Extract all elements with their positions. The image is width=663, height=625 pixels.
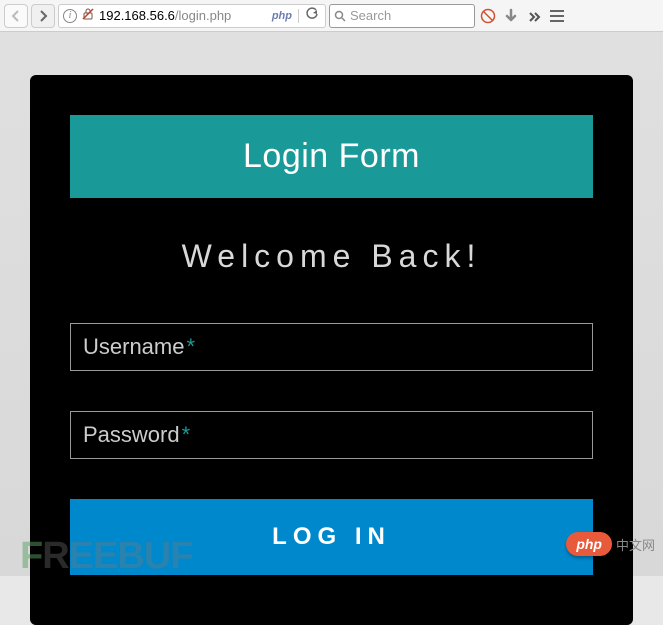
watermark-freebuf: FREEBUF xyxy=(20,535,192,578)
password-label: Password xyxy=(83,422,180,448)
browser-toolbar: i 192.168.56.6/login.php php Search xyxy=(0,0,663,32)
url-text: 192.168.56.6/login.php xyxy=(99,8,266,23)
page-content: Login Form Welcome Back! Username* Passw… xyxy=(0,32,663,576)
username-label: Username xyxy=(83,334,184,360)
password-field[interactable]: Password* xyxy=(70,411,593,459)
download-icon[interactable] xyxy=(501,6,521,26)
reload-button[interactable] xyxy=(303,7,321,24)
required-asterisk: * xyxy=(182,422,191,448)
insecure-lock-icon xyxy=(81,7,95,24)
search-bar[interactable]: Search xyxy=(329,4,475,28)
php-logo-icon: php xyxy=(566,532,612,556)
php-badge-icon: php xyxy=(270,10,294,22)
noscript-icon[interactable] xyxy=(478,6,498,26)
form-title: Login Form xyxy=(70,115,593,198)
back-button[interactable] xyxy=(4,4,28,28)
forward-button[interactable] xyxy=(31,4,55,28)
username-field[interactable]: Username* xyxy=(70,323,593,371)
url-divider xyxy=(298,9,299,23)
hamburger-icon xyxy=(548,8,566,24)
overflow-icon[interactable] xyxy=(524,6,544,26)
watermark-php: php 中文网 xyxy=(566,532,655,556)
welcome-text: Welcome Back! xyxy=(70,238,593,275)
info-icon[interactable]: i xyxy=(63,9,77,23)
url-bar[interactable]: i 192.168.56.6/login.php php xyxy=(58,4,326,28)
required-asterisk: * xyxy=(186,334,195,360)
search-placeholder: Search xyxy=(350,8,470,23)
search-icon xyxy=(334,10,346,22)
menu-button[interactable] xyxy=(547,6,567,26)
cn-text: 中文网 xyxy=(616,535,655,554)
